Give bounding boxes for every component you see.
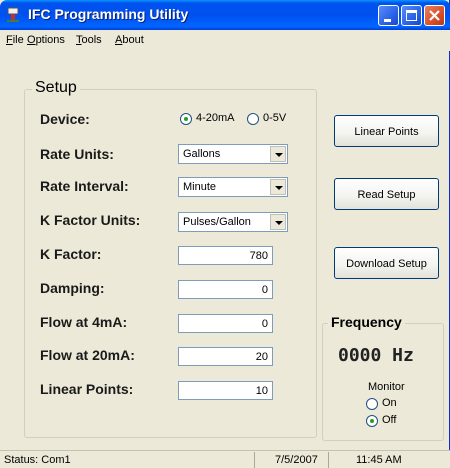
minimize-icon [384, 19, 391, 22]
rate-units-value: Gallons [183, 148, 221, 160]
damping-input[interactable]: 0 [178, 280, 273, 299]
rate-interval-select[interactable]: Minute [178, 177, 288, 197]
monitor-radio-on[interactable] [366, 398, 378, 410]
menu-about[interactable]: About [115, 34, 144, 46]
device-4-20ma-label: 4-20mA [196, 112, 235, 124]
device-label: Device: [40, 111, 90, 127]
linear-points-input[interactable]: 10 [178, 381, 273, 400]
menu-options[interactable]: Options [27, 34, 65, 46]
frequency-readout: 0000 Hz [338, 345, 414, 366]
k-factor-units-select[interactable]: Pulses/Gallon [178, 212, 288, 232]
close-button[interactable] [424, 5, 445, 26]
maximize-icon [406, 10, 417, 21]
device-radio-0-5v[interactable] [247, 113, 259, 125]
download-setup-button[interactable]: Download Setup [334, 247, 439, 279]
linear-points-button[interactable]: Linear Points [334, 115, 439, 147]
setup-legend: Setup [32, 79, 80, 97]
monitor-on-label: On [382, 397, 397, 409]
read-setup-button[interactable]: Read Setup [334, 178, 439, 210]
close-icon [429, 10, 440, 21]
menu-bar: File Options Tools About [0, 30, 450, 51]
k-factor-units-value: Pulses/Gallon [183, 216, 251, 228]
rate-interval-value: Minute [183, 181, 217, 193]
chevron-down-icon[interactable] [270, 214, 286, 230]
menu-file[interactable]: File [6, 34, 24, 46]
rate-units-label: Rate Units: [40, 146, 114, 162]
status-text: Status: Com1 [4, 454, 71, 466]
k-factor-label: K Factor: [40, 246, 102, 262]
window-title: IFC Programming Utility [28, 6, 189, 22]
monitor-off-label: Off [382, 414, 397, 426]
k-factor-units-label: K Factor Units: [40, 212, 141, 228]
status-time: 11:45 AM [328, 452, 450, 468]
monitor-label: Monitor [368, 381, 405, 393]
app-window: IFC Programming Utility File Options Too… [0, 0, 450, 468]
chevron-down-icon[interactable] [270, 179, 286, 195]
device-radio-4-20ma[interactable] [180, 113, 192, 125]
frequency-legend: Frequency [328, 314, 405, 330]
rate-interval-label: Rate Interval: [40, 178, 129, 194]
damping-label: Damping: [40, 280, 105, 296]
flow-20ma-label: Flow at 20mA: [40, 347, 135, 363]
flow-4ma-input[interactable]: 0 [178, 314, 273, 333]
minimize-button[interactable] [378, 5, 399, 26]
title-bar[interactable]: IFC Programming Utility [0, 0, 450, 30]
flow-20ma-input[interactable]: 20 [178, 347, 273, 366]
k-factor-input[interactable]: 780 [178, 246, 273, 265]
maximize-button[interactable] [401, 5, 422, 26]
status-date: 7/5/2007 [254, 452, 328, 468]
flow-4ma-label: Flow at 4mA: [40, 314, 128, 330]
status-bar: Status: Com1 7/5/2007 11:45 AM [0, 450, 450, 468]
monitor-radio-off[interactable] [366, 415, 378, 427]
device-0-5v-label: 0-5V [263, 112, 287, 124]
chevron-down-icon[interactable] [270, 146, 286, 162]
rate-units-select[interactable]: Gallons [178, 144, 288, 164]
linear-points-label: Linear Points: [40, 381, 134, 397]
menu-tools[interactable]: Tools [76, 34, 102, 46]
app-icon [7, 7, 19, 22]
